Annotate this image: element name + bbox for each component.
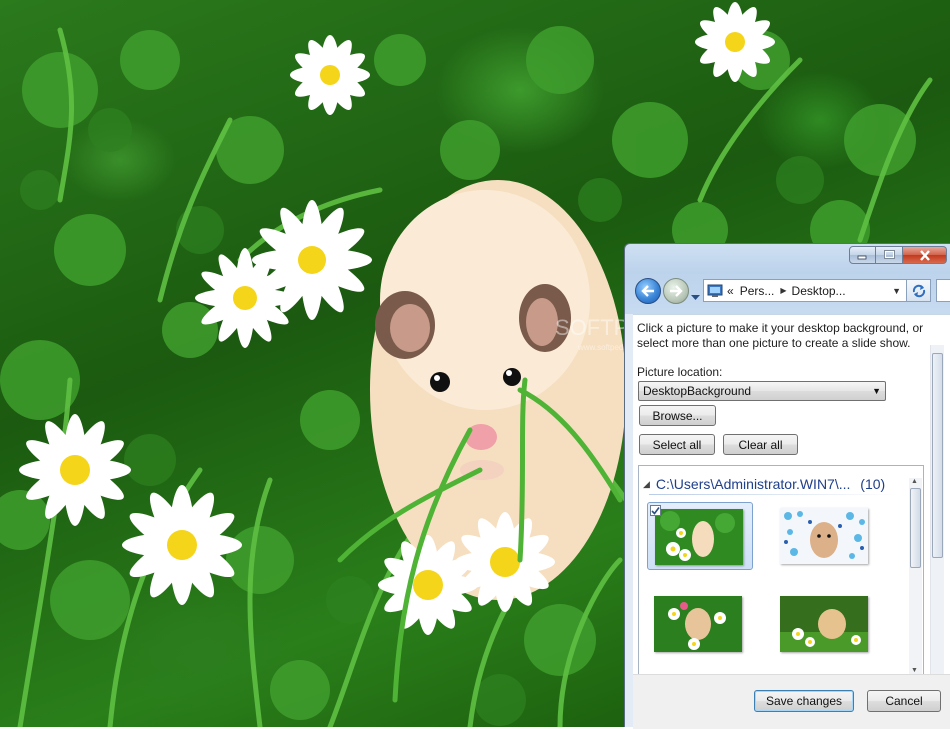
save-changes-button[interactable]: Save changes [754, 690, 854, 712]
clear-all-button[interactable]: Clear all [723, 434, 798, 455]
browse-button[interactable]: Browse... [639, 405, 716, 426]
address-dropdown-icon[interactable]: ▼ [892, 286, 901, 296]
checkmark-icon [651, 507, 660, 515]
content-scrollbar[interactable] [930, 345, 944, 677]
breadcrumb-separator-icon[interactable]: ▶ [780, 286, 786, 295]
personalization-desktop-background-window: « Pers... ▶ Desktop... ▼ Click a picture… [624, 243, 950, 729]
cancel-button[interactable]: Cancel [867, 690, 941, 712]
thumbnail-image [780, 508, 868, 564]
select-all-button[interactable]: Select all [639, 434, 715, 455]
close-icon [919, 249, 930, 261]
scroll-down-icon[interactable]: ▼ [911, 667, 918, 674]
thumbnail-image [780, 596, 868, 652]
address-bar[interactable]: « Pers... ▶ Desktop... ▼ [703, 279, 907, 302]
forward-button[interactable] [663, 278, 689, 304]
gallery-group-count: (10) [860, 476, 886, 492]
scroll-up-icon[interactable]: ▲ [911, 478, 918, 485]
breadcrumb-desktop-background[interactable]: Desktop... [792, 284, 846, 298]
group-divider [649, 494, 899, 495]
arrow-right-icon [670, 285, 683, 297]
gallery-scrollbar[interactable]: ▲ ▼ [909, 478, 922, 674]
thumbnail-hamster-between-flowers[interactable] [647, 590, 753, 658]
thumbnail-hamster-in-meadow[interactable] [773, 590, 879, 658]
close-button[interactable] [903, 246, 947, 264]
picture-gallery: ◢ C:\Users\Administrator.WIN7\... (10) ▲… [638, 465, 924, 675]
control-panel-icon [707, 284, 723, 297]
picture-location-value: DesktopBackground [643, 384, 752, 398]
content-scrollbar-thumb[interactable] [932, 353, 943, 558]
gallery-group-header[interactable]: ◢ C:\Users\Administrator.WIN7\... (10) [643, 476, 885, 492]
thumbnail-checkbox[interactable] [650, 505, 661, 516]
gallery-group-path: C:\Users\Administrator.WIN7\... [655, 476, 851, 492]
breadcrumb-personalization[interactable]: Pers... [740, 284, 775, 298]
thumbnail-image [655, 509, 743, 565]
breadcrumb-prefix[interactable]: « [727, 284, 734, 298]
minimize-icon [857, 255, 867, 260]
thumbnail-hamster-grass-daisies[interactable] [647, 502, 753, 570]
arrow-left-icon [641, 285, 654, 297]
search-input[interactable] [936, 279, 950, 302]
refresh-icon [912, 284, 925, 297]
chevron-down-icon: ▼ [872, 386, 881, 396]
thumbnail-hamster-blue-dots[interactable] [773, 502, 879, 570]
thumbnail-image [654, 596, 742, 652]
refresh-button[interactable] [907, 279, 931, 302]
chevron-down-icon [691, 295, 700, 300]
instruction-text: Click a picture to make it your desktop … [637, 321, 924, 350]
caption-buttons [849, 246, 947, 264]
maximize-button[interactable] [876, 246, 903, 264]
gallery-scrollbar-thumb[interactable] [910, 488, 921, 568]
dialog-footer: Save changes Cancel [633, 674, 950, 729]
minimize-button[interactable] [849, 246, 876, 264]
back-button[interactable] [635, 278, 661, 304]
recent-pages-dropdown[interactable] [691, 288, 700, 306]
picture-location-label: Picture location: [637, 365, 723, 379]
picture-location-select[interactable]: DesktopBackground ▼ [638, 381, 886, 401]
content-pane: Click a picture to make it your desktop … [633, 314, 950, 729]
collapse-triangle-icon[interactable]: ◢ [643, 479, 650, 489]
maximize-icon [883, 250, 895, 259]
